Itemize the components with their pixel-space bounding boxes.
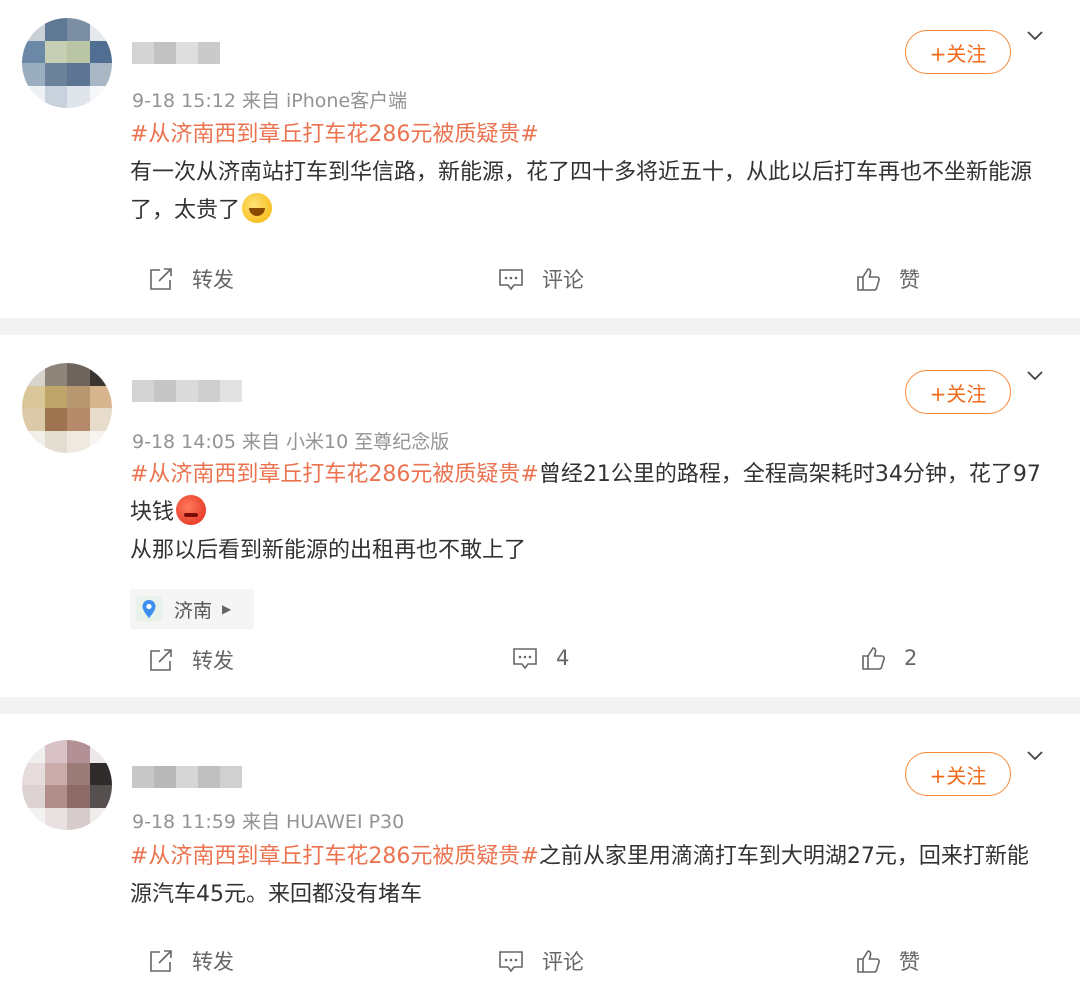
- like-button[interactable]: 赞: [855, 264, 920, 294]
- action-bar: 转发 4 2: [0, 645, 1080, 685]
- post-meta: 9-18 14:05 来自 小米10 至尊纪念版: [132, 431, 450, 453]
- thumbs-up-icon: [857, 950, 880, 973]
- comment-count: 4: [556, 646, 570, 670]
- post-text: #从济南西到章丘打车花286元被质疑贵#之前从家里用滴滴打车到大明湖27元，回来…: [130, 838, 1050, 914]
- repost-icon: [150, 950, 172, 972]
- repost-button[interactable]: 转发: [148, 946, 234, 976]
- comment-button[interactable]: 评论: [498, 946, 584, 976]
- like-button[interactable]: 2: [860, 645, 917, 671]
- username-blurred[interactable]: [132, 380, 242, 402]
- comment-icon: [499, 269, 523, 291]
- thumbs-up-icon: [862, 647, 885, 670]
- repost-button[interactable]: 转发: [148, 264, 234, 294]
- location-pin-icon: [134, 594, 164, 624]
- like-label: 赞: [899, 268, 920, 292]
- chevron-down-icon[interactable]: [1026, 26, 1044, 44]
- hashtag-link[interactable]: #从济南西到章丘打车花286元被质疑贵#: [130, 122, 539, 147]
- avatar[interactable]: [22, 18, 112, 108]
- like-label: 赞: [899, 950, 920, 974]
- follow-button[interactable]: +关注: [905, 370, 1011, 414]
- post-3: 9-18 11:59 来自 HUAWEI P30 +关注 #从济南西到章丘打车花…: [0, 714, 1080, 998]
- chevron-down-icon[interactable]: [1026, 746, 1044, 764]
- post-text: #从济南西到章丘打车花286元被质疑贵#曾经21公里的路程，全程高架耗时34分钟…: [130, 456, 1050, 570]
- comment-button[interactable]: 评论: [498, 264, 584, 294]
- thumbs-up-icon: [857, 268, 880, 291]
- avatar[interactable]: [22, 740, 112, 830]
- repost-label: 转发: [192, 268, 234, 292]
- repost-label: 转发: [192, 649, 234, 673]
- repost-label: 转发: [192, 950, 234, 974]
- caret-right-icon: ▶: [222, 602, 232, 616]
- chevron-down-icon[interactable]: [1026, 366, 1044, 384]
- comment-icon: [513, 648, 537, 670]
- location-tag[interactable]: 济南 ▶: [130, 589, 254, 629]
- repost-icon: [150, 268, 172, 290]
- comment-icon: [499, 951, 523, 973]
- follow-button[interactable]: +关注: [905, 752, 1011, 796]
- location-label: 济南: [174, 599, 213, 622]
- post-1: 9-18 15:12 来自 iPhone客户端 +关注 #从济南西到章丘打车花2…: [0, 0, 1080, 318]
- repost-button[interactable]: 转发: [148, 645, 234, 675]
- like-button[interactable]: 赞: [855, 946, 920, 976]
- hashtag-link[interactable]: #从济南西到章丘打车花286元被质疑贵#: [130, 844, 539, 869]
- post-2: 9-18 14:05 来自 小米10 至尊纪念版 +关注 #从济南西到章丘打车花…: [0, 335, 1080, 697]
- comment-label: 评论: [542, 268, 584, 292]
- post-meta: 9-18 15:12 来自 iPhone客户端: [132, 90, 408, 112]
- like-count: 2: [904, 646, 918, 670]
- username-blurred[interactable]: [132, 42, 220, 64]
- action-bar: 转发 评论 赞: [0, 264, 1080, 304]
- username-blurred[interactable]: [132, 766, 242, 788]
- post-text: #从济南西到章丘打车花286元被质疑贵# 有一次从济南站打车到华信路，新能源，花…: [130, 116, 1050, 230]
- post-body-line2: 从那以后看到新能源的出租再也不敢上了: [130, 538, 527, 563]
- follow-button[interactable]: +关注: [905, 30, 1011, 74]
- angry-emoji: [176, 495, 207, 525]
- hashtag-link[interactable]: #从济南西到章丘打车花286元被质疑贵#: [130, 462, 539, 487]
- repost-icon: [150, 649, 172, 671]
- comment-label: 评论: [542, 950, 584, 974]
- avatar[interactable]: [22, 363, 112, 453]
- action-bar: 转发 评论 赞: [0, 946, 1080, 986]
- post-meta: 9-18 11:59 来自 HUAWEI P30: [132, 811, 405, 833]
- comment-button[interactable]: 4: [512, 645, 569, 671]
- laugh-cry-emoji: [242, 193, 273, 223]
